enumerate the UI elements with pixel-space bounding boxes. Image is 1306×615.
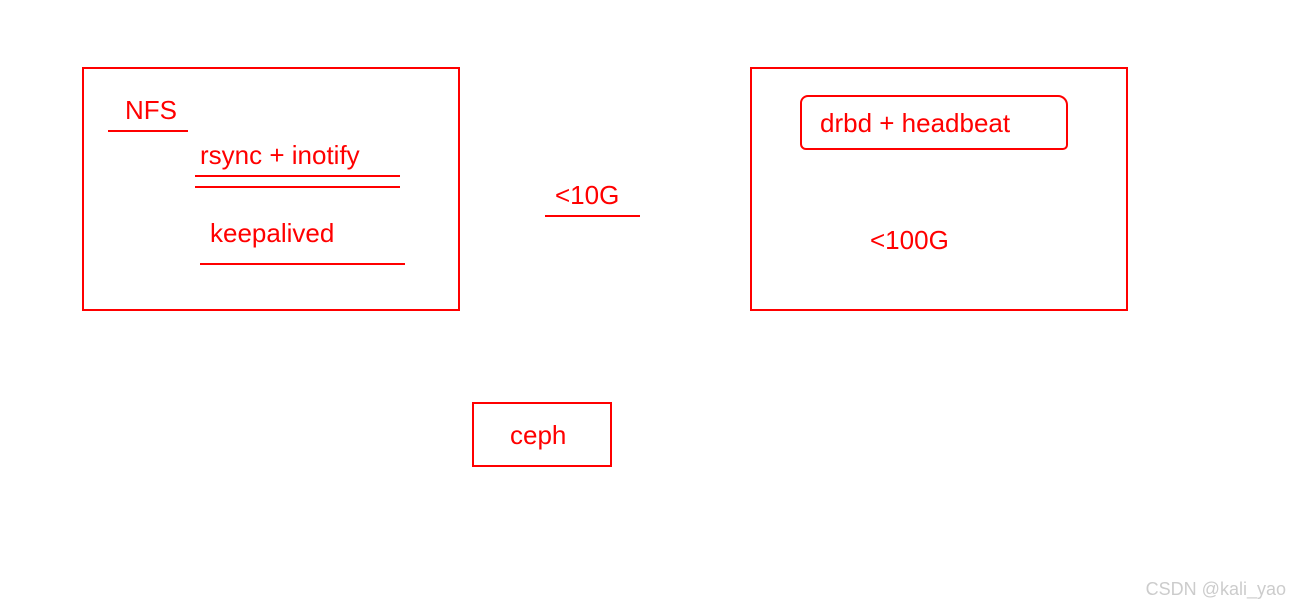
watermark-text: CSDN @kali_yao (1146, 579, 1286, 600)
size-10g-underline (545, 215, 640, 217)
rsync-inotify-label: rsync + inotify (200, 140, 360, 171)
keepalived-label: keepalived (210, 218, 334, 249)
rsync-underline-1 (195, 175, 400, 177)
ceph-label: ceph (510, 420, 566, 451)
nfs-underline (108, 130, 188, 132)
size-100g-label: <100G (870, 225, 949, 256)
nfs-label: NFS (125, 95, 177, 126)
keepalived-underline (200, 263, 405, 265)
rsync-underline-2 (195, 186, 400, 188)
size-10g-label: <10G (555, 180, 619, 211)
drbd-headbeat-label: drbd + headbeat (820, 108, 1010, 139)
